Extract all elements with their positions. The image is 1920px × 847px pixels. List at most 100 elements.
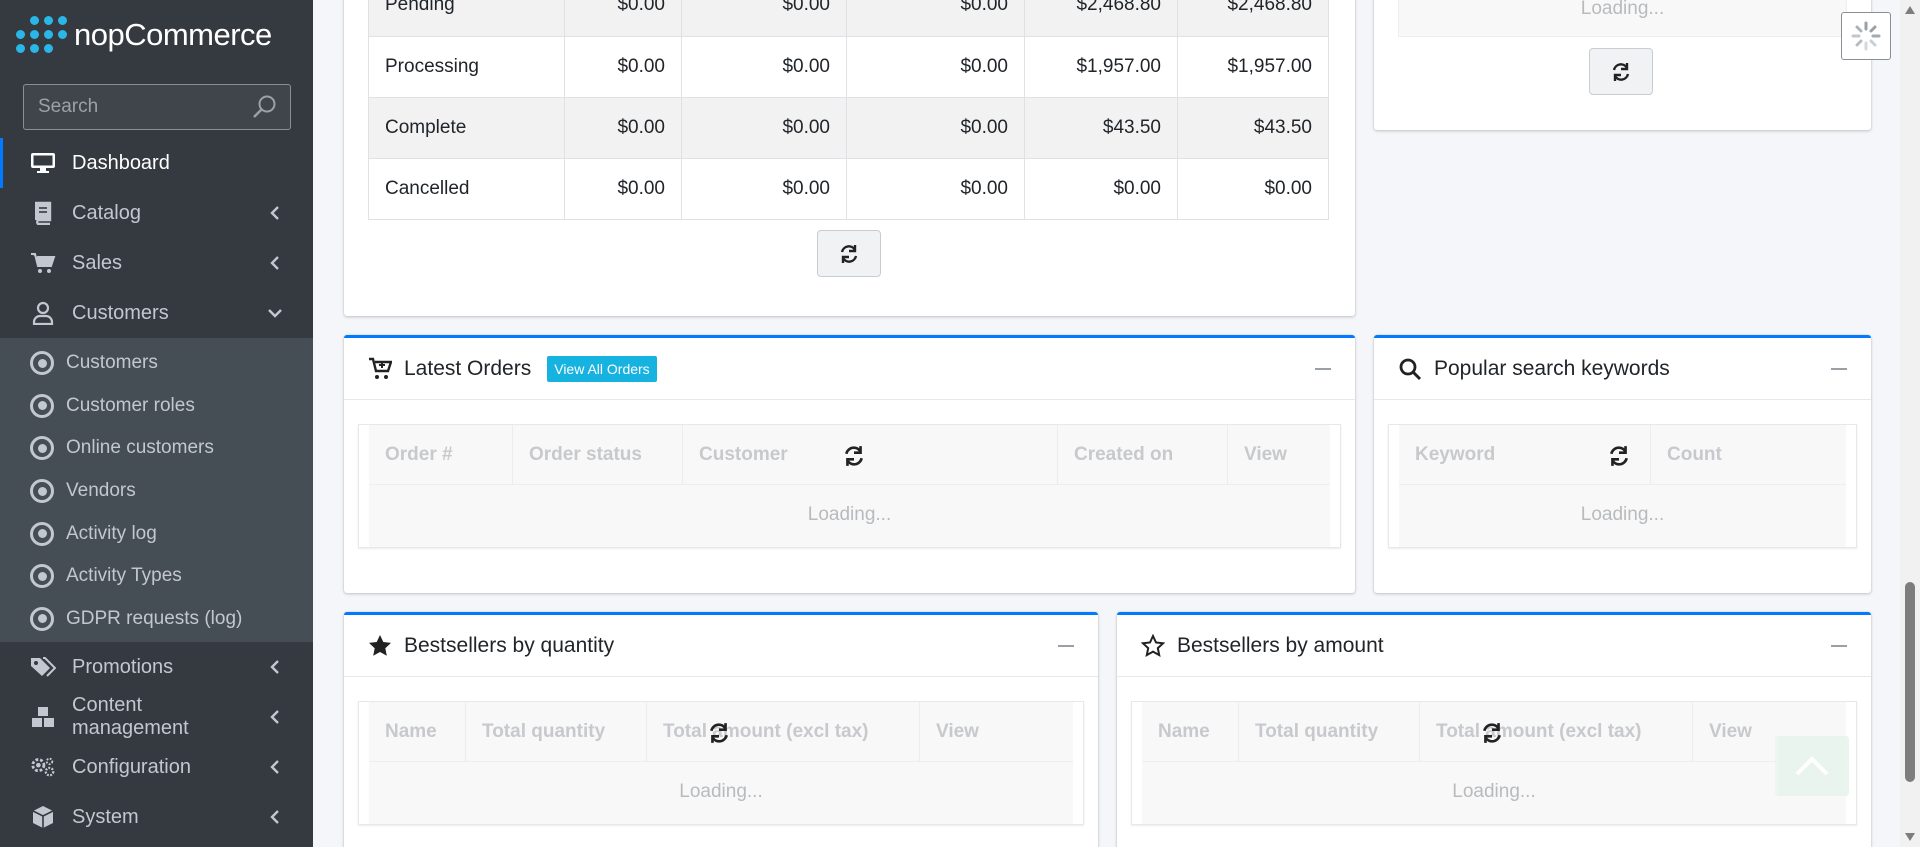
- chevron-down-icon: [263, 307, 287, 319]
- amount-cell: $0.00: [564, 36, 682, 98]
- cart-icon: [30, 251, 56, 275]
- column-header[interactable]: View: [1228, 425, 1330, 485]
- column-header[interactable]: Count: [1651, 425, 1846, 485]
- amount-cell: $1,957.00: [1024, 36, 1178, 98]
- card-header: Bestsellers by quantity: [344, 615, 1098, 677]
- page-scrollbar[interactable]: [1900, 0, 1920, 847]
- loading-text: Loading...: [1398, 0, 1847, 37]
- sidebar-item-customers[interactable]: Customers: [0, 288, 313, 338]
- sidebar-subitem-label: Vendors: [66, 480, 136, 502]
- search-icon[interactable]: [252, 94, 278, 120]
- refresh-button[interactable]: [1589, 48, 1653, 95]
- minimize-icon[interactable]: [1831, 367, 1847, 370]
- chevron-left-icon: [263, 809, 287, 825]
- search-input[interactable]: Search: [38, 96, 252, 118]
- sidebar-item-configuration[interactable]: Configuration: [0, 742, 313, 792]
- cart-plus-icon: [369, 357, 392, 379]
- circle-dot-icon: [30, 606, 54, 631]
- sidebar-item-sales[interactable]: Sales: [0, 238, 313, 288]
- sidebar-search[interactable]: Search: [23, 84, 291, 130]
- top-right-card: Loading...: [1374, 0, 1871, 130]
- refresh-button[interactable]: [817, 230, 881, 277]
- column-header[interactable]: Total amount (excl tax): [647, 702, 920, 762]
- column-header[interactable]: Name: [369, 702, 466, 762]
- minimize-icon[interactable]: [1315, 367, 1331, 370]
- scrollbar-thumb[interactable]: [1905, 582, 1915, 782]
- loading-refresh-icon: [1483, 723, 1501, 743]
- view-all-orders-button[interactable]: View All Orders: [547, 355, 657, 382]
- brand-logo[interactable]: nopCommerce: [0, 0, 313, 70]
- loading-text: Loading...: [1452, 781, 1536, 802]
- sidebar-item-label: System: [72, 805, 139, 828]
- amount-cell: $43.50: [1177, 97, 1329, 159]
- grid-inner: Name Total quantity Total amount (excl t…: [1142, 702, 1846, 824]
- sidebar-item-promotions[interactable]: Promotions: [0, 642, 313, 692]
- sidebar-subitem-online-customers[interactable]: Online customers: [0, 427, 313, 470]
- column-header[interactable]: Order #: [369, 425, 513, 485]
- bestsellers-amount-title: Bestsellers by amount: [1177, 633, 1384, 657]
- sidebar-subitem-activity-types[interactable]: Activity Types: [0, 555, 313, 598]
- column-header[interactable]: Total quantity: [466, 702, 647, 762]
- amount-cell: $0.00: [1024, 158, 1178, 220]
- latest-orders-card: Latest Orders View All Orders Order # Or…: [344, 335, 1355, 593]
- amount-cell: $0.00: [846, 0, 1025, 37]
- column-header[interactable]: Order status: [513, 425, 683, 485]
- scroll-down-arrow-icon[interactable]: [1905, 833, 1915, 841]
- sidebar-subitem-vendors[interactable]: Vendors: [0, 470, 313, 513]
- column-header[interactable]: Total quantity: [1239, 702, 1420, 762]
- sidebar-item-label: Sales: [72, 251, 123, 274]
- amount-cell: $0.00: [846, 158, 1025, 220]
- column-header[interactable]: Total amount (excl tax): [1420, 702, 1693, 762]
- refresh-icon: [1612, 62, 1630, 81]
- page-loading-indicator: [1841, 12, 1891, 60]
- gears-icon: [30, 755, 56, 779]
- sidebar-item-content-management[interactable]: Content management: [0, 692, 313, 742]
- order-status-cell: Processing: [368, 36, 565, 98]
- loading-refresh-icon: [710, 723, 728, 743]
- latest-orders-title: Latest Orders: [404, 356, 532, 380]
- order-status-cell: Pending: [368, 0, 565, 37]
- column-header[interactable]: View: [920, 702, 1073, 762]
- sidebar-subitem-customers[interactable]: Customers: [0, 342, 313, 385]
- amount-cell: $0.00: [564, 0, 682, 37]
- sidebar-subitem-gdpr-requests[interactable]: GDPR requests (log): [0, 598, 313, 641]
- sidebar-item-dashboard[interactable]: Dashboard: [0, 138, 313, 188]
- star-outline-icon: [1141, 633, 1165, 657]
- tags-icon: [30, 655, 56, 679]
- bestsellers-quantity-card: Bestsellers by quantity Name Total quant…: [344, 612, 1098, 847]
- sidebar-subitem-customer-roles[interactable]: Customer roles: [0, 385, 313, 428]
- table-row: Processing $0.00 $0.00 $0.00 $1,957.00 $…: [368, 36, 1329, 98]
- main-content: Pending $0.00 $0.00 $0.00 $2,468.80 $2,4…: [313, 0, 1900, 847]
- desktop-icon: [30, 151, 56, 175]
- circle-dot-icon: [30, 393, 54, 418]
- bestsellers-amount-grid: Name Total quantity Total amount (excl t…: [1131, 701, 1857, 825]
- popular-keywords-grid: Keyword Count Loading...: [1388, 424, 1857, 548]
- column-header[interactable]: Customer: [683, 425, 1058, 485]
- sidebar-subitem-label: Activity Types: [66, 565, 182, 587]
- brand-name: nopCommerce: [74, 17, 272, 52]
- sidebar-item-catalog[interactable]: Catalog: [0, 188, 313, 238]
- minimize-icon[interactable]: [1831, 644, 1847, 647]
- amount-cell: $2,468.80: [1024, 0, 1178, 37]
- amount-cell: $43.50: [1024, 97, 1178, 159]
- sidebar-item-system[interactable]: System: [0, 792, 313, 842]
- scroll-up-arrow-icon[interactable]: [1905, 6, 1915, 14]
- amount-cell: $0.00: [681, 36, 847, 98]
- column-header[interactable]: Name: [1142, 702, 1239, 762]
- sidebar-subitem-activity-log[interactable]: Activity log: [0, 512, 313, 555]
- table-row: Cancelled $0.00 $0.00 $0.00 $0.00 $0.00: [368, 158, 1329, 220]
- back-to-top-button[interactable]: [1775, 736, 1849, 796]
- minimize-icon[interactable]: [1058, 644, 1074, 647]
- sidebar-subitem-label: Activity log: [66, 522, 157, 544]
- bestsellers-quantity-title: Bestsellers by quantity: [404, 633, 615, 657]
- chevron-up-icon: [1795, 756, 1829, 776]
- amount-cell: $0.00: [681, 0, 847, 37]
- column-header[interactable]: Created on: [1058, 425, 1228, 485]
- card-header: Latest Orders View All Orders: [344, 338, 1355, 400]
- chevron-left-icon: [263, 709, 287, 725]
- latest-orders-grid: Order # Order status Customer Created on…: [358, 424, 1341, 548]
- loading-refresh-icon: [1610, 446, 1628, 466]
- sidebar-nav: Dashboard Catalog Sales Customers Custom…: [0, 138, 313, 842]
- sidebar-item-label: Promotions: [72, 655, 174, 678]
- amount-cell: $0.00: [846, 36, 1025, 98]
